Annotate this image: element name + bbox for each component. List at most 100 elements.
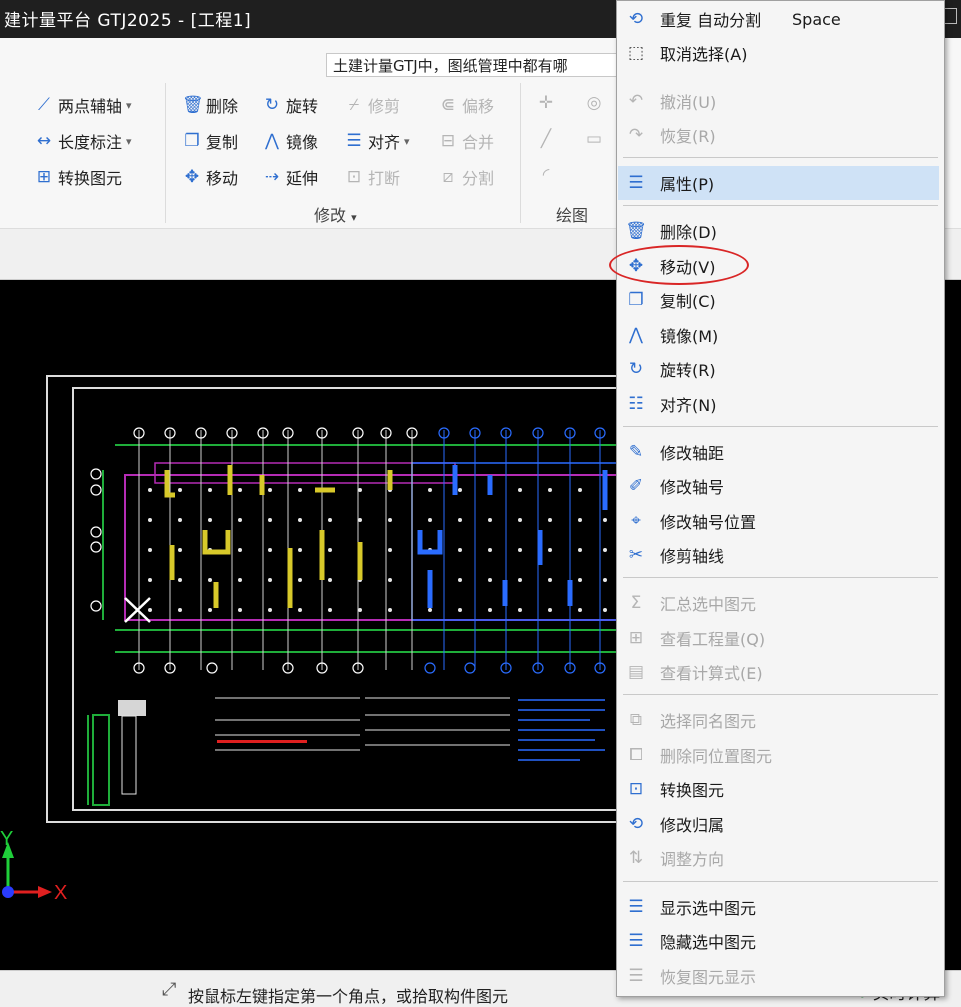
line-draw-button[interactable]: ╱	[536, 129, 556, 149]
arc-icon: ◜	[542, 165, 550, 185]
offset-button[interactable]: ⋐ 偏移	[438, 93, 494, 117]
break-icon: ⊡	[346, 167, 362, 187]
rotate-icon: ↻	[264, 95, 280, 115]
two-point-axis-icon: ⟋	[38, 95, 50, 115]
undo-icon: ↶	[628, 91, 644, 111]
menu-item-delete[interactable]: 🗑 删除(D)	[618, 214, 939, 248]
menu-item-properties[interactable]: ☰ 属性(P)	[618, 166, 939, 200]
align-icon: ☷	[628, 394, 644, 414]
select-same-name-icon: ⧉	[629, 710, 643, 730]
menu-item-rotate[interactable]: ↻ 旋转(R)	[618, 352, 939, 386]
delete-icon: 🗑	[182, 95, 204, 115]
menu-item-edit-axis-number[interactable]: ✐ 修改轴号	[618, 469, 939, 503]
trim-button[interactable]: ⌿ 修剪	[344, 93, 400, 117]
split-button[interactable]: ⧄ 分割	[438, 165, 494, 189]
point-icon: ✛	[538, 93, 554, 113]
menu-item-redo[interactable]: ↷ 恢复(R)	[618, 118, 939, 152]
hide-selected-icon: ☰	[628, 931, 644, 951]
move-annotation-circle	[609, 245, 749, 285]
move-icon: ✥	[184, 167, 200, 187]
mirror-icon: ⋀	[629, 325, 643, 345]
edit-axis-number-icon: ✐	[628, 476, 644, 496]
align-button[interactable]: ☰ 对齐 ▾	[344, 129, 409, 153]
menu-item-restore-display[interactable]: ☰ 恢复图元显示	[618, 959, 939, 993]
change-owner-icon: ⟲	[628, 814, 644, 834]
split-icon: ⧄	[442, 167, 454, 187]
extend-button[interactable]: ⇢ 延伸	[262, 165, 318, 189]
line-icon: ╱	[540, 129, 552, 149]
menu-item-change-owner[interactable]: ⟲ 修改归属	[618, 807, 939, 841]
formula-icon: ▤	[627, 662, 645, 682]
properties-icon: ☰	[628, 173, 644, 193]
repeat-icon: ⟲	[628, 9, 644, 29]
edit-axis-distance-icon: ✎	[628, 442, 644, 462]
quantity-icon: ⊞	[628, 628, 644, 648]
dimension-icon: ↔	[36, 131, 52, 151]
trim-icon: ⌿	[348, 95, 360, 115]
menu-item-convert[interactable]: ⊡ 转换图元	[618, 772, 939, 806]
copy-icon: ❐	[184, 131, 200, 151]
x-axis-label: X	[54, 882, 68, 904]
rotate-button[interactable]: ↻ 旋转	[262, 93, 318, 117]
rectangle-icon: ▭	[585, 129, 603, 149]
rotate-icon: ↻	[628, 359, 644, 379]
menu-item-hide-selected[interactable]: ☰ 隐藏选中图元	[618, 924, 939, 958]
redo-icon: ↷	[628, 125, 644, 145]
merge-button[interactable]: ⊟ 合并	[438, 129, 494, 153]
select-corner-icon: ⤢	[162, 979, 177, 1000]
menu-item-view-quantity[interactable]: ⊞ 查看工程量(Q)	[618, 621, 939, 655]
offset-icon: ⋐	[440, 95, 456, 115]
menu-item-sum-selected[interactable]: Σ 汇总选中图元	[618, 586, 939, 620]
two-point-axis-button[interactable]: ⟋ 两点辅轴 ▾	[34, 93, 132, 117]
menu-item-select-same-name[interactable]: ⧉ 选择同名图元	[618, 703, 939, 737]
sum-icon: Σ	[630, 593, 642, 613]
draw-group-label: 绘图	[556, 206, 589, 225]
trim-axis-icon: ✂	[628, 545, 644, 565]
convert-icon: ⊡	[628, 779, 644, 799]
extend-icon: ⇢	[264, 167, 280, 187]
menu-item-trim-axis[interactable]: ✂ 修剪轴线	[618, 538, 939, 572]
deselect-icon: ⬚	[627, 43, 645, 63]
adjust-direction-icon: ⇅	[628, 848, 644, 868]
copy-button[interactable]: ❐ 复制	[182, 129, 238, 153]
menu-item-deselect[interactable]: ⬚ 取消选择(A)	[618, 36, 939, 70]
menu-item-axis-number-position[interactable]: ⌖ 修改轴号位置	[618, 504, 939, 538]
rect-draw-button[interactable]: ▭	[584, 129, 604, 149]
menu-item-repeat[interactable]: ⟲ 重复 自动分割 Space	[618, 2, 939, 36]
window-title: 建计量平台 GTJ2025 - [工程1]	[4, 11, 252, 31]
menu-item-show-selected[interactable]: ☰ 显示选中图元	[618, 890, 939, 924]
menu-item-view-formula[interactable]: ▤ 查看计算式(E)	[618, 655, 939, 689]
menu-item-edit-axis-distance[interactable]: ✎ 修改轴距	[618, 435, 939, 469]
mirror-button[interactable]: ⋀ 镜像	[262, 129, 318, 153]
search-box[interactable]: 土建计量GTJ中，图纸管理中都有哪	[326, 53, 626, 77]
modify-group-label[interactable]: 修改 ▾	[314, 202, 357, 226]
menu-item-adjust-direction[interactable]: ⇅ 调整方向	[618, 841, 939, 875]
menu-item-undo[interactable]: ↶ 撤消(U)	[618, 84, 939, 118]
copy-icon: ❐	[628, 290, 644, 310]
restore-display-icon: ☰	[628, 966, 644, 986]
menu-item-mirror[interactable]: ⋀ 镜像(M)	[618, 318, 939, 352]
delete-button[interactable]: 🗑 删除	[182, 93, 238, 117]
convert-element-button[interactable]: ⊞ 转换图元	[34, 165, 122, 189]
delete-same-position-icon: ⧠	[629, 745, 643, 765]
show-selected-icon: ☰	[628, 897, 644, 917]
circle-icon: ◎	[586, 93, 602, 113]
length-dim-button[interactable]: ↔ 长度标注 ▾	[34, 129, 132, 153]
menu-item-align[interactable]: ☷ 对齐(N)	[618, 387, 939, 421]
y-axis-label: Y	[0, 828, 14, 850]
axis-number-position-icon: ⌖	[631, 511, 641, 531]
menu-item-copy[interactable]: ❐ 复制(C)	[618, 283, 939, 317]
break-button[interactable]: ⊡ 打断	[344, 165, 400, 189]
arc-draw-button[interactable]: ◜	[536, 165, 556, 185]
status-hint: 按鼠标左键指定第一个角点，或拾取构件图元	[188, 987, 509, 1006]
align-icon: ☰	[346, 131, 362, 151]
move-button[interactable]: ✥ 移动	[182, 165, 238, 189]
convert-icon: ⊞	[36, 167, 52, 187]
merge-icon: ⊟	[440, 131, 456, 151]
point-draw-button[interactable]: ✛	[536, 93, 556, 113]
circle-draw-button[interactable]: ◎	[584, 93, 604, 113]
context-menu: ⟲ 重复 自动分割 Space ⬚ 取消选择(A) ↶ 撤消(U) ↷ 恢复(R) ☰ 属性…	[616, 0, 945, 997]
mirror-icon: ⋀	[265, 131, 279, 151]
menu-item-delete-same-position[interactable]: ⧠ 删除同位置图元	[618, 738, 939, 772]
delete-icon: 🗑	[625, 221, 647, 241]
